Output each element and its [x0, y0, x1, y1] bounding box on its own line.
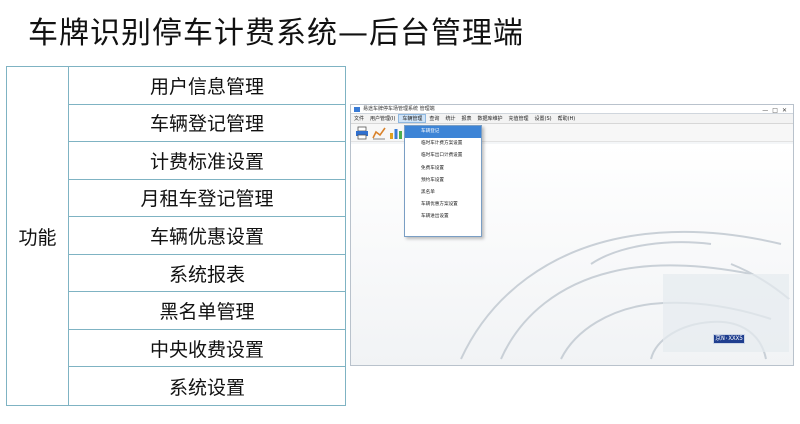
bar-chart-icon[interactable] — [389, 126, 403, 140]
feature-item-monthly-rental: 月租车登记管理 — [69, 180, 345, 218]
dropdown-item-reserved-vehicle[interactable]: 预约车设置 — [405, 175, 481, 187]
feature-item-vehicle-discount: 车辆优惠设置 — [69, 217, 345, 255]
dropdown-item-discount-plan[interactable]: 车辆优惠方案设置 — [405, 199, 481, 211]
app-titlebar: 易途车牌停车场管理系统 管理端 —□✕ — [351, 105, 793, 114]
menu-user-management[interactable]: 用户管理(I) — [367, 114, 398, 123]
app-window-title: 易途车牌停车场管理系统 管理端 — [363, 106, 435, 112]
feature-item-system-settings: 系统设置 — [168, 376, 245, 399]
menu-help[interactable]: 帮助(H) — [555, 114, 579, 123]
feature-item-blacklist: 黑名单管理 — [69, 292, 345, 330]
menu-query[interactable]: 查询 — [426, 114, 442, 123]
app-menubar: 文件 用户管理(I) 车辆管理 查询 统计 报表 数据库维护 充值管理 设置(S… — [351, 114, 793, 124]
dropdown-item-vehicle-registration[interactable]: 车辆登记 — [405, 126, 481, 139]
chart-icon[interactable] — [372, 126, 386, 140]
dropdown-item-temp-billing-plan[interactable]: 临时车计费方案设置 — [405, 138, 481, 150]
menu-statistics[interactable]: 统计 — [442, 114, 458, 123]
menu-settings[interactable]: 设置(S) — [532, 114, 555, 123]
feature-item-central-charging: 中央收费设置 — [69, 330, 345, 368]
menu-file[interactable]: 文件 — [351, 114, 367, 123]
menu-reports[interactable]: 报表 — [458, 114, 474, 123]
feature-list: 用户信息管理 车辆登记管理 计费标准设置 月租车登记管理 车辆优惠设置 系统报表… — [69, 67, 345, 405]
app-logo-icon — [354, 107, 360, 112]
feature-table: 功能 用户信息管理 车辆登记管理 计费标准设置 月租车登记管理 车辆优惠设置 系… — [6, 66, 346, 406]
dropdown-item-temp-exit-billing[interactable]: 临时车出口计费设置 — [405, 150, 481, 162]
printer-icon[interactable] — [355, 126, 369, 140]
page-title: 车牌识别停车计费系统—后台管理端 — [28, 16, 524, 51]
menu-database-maintenance[interactable]: 数据库维护 — [474, 114, 505, 123]
vehicle-management-dropdown: 车辆登记 临时车计费方案设置 临时车出口计费设置 免费车设置 预约车设置 黑名单… — [404, 125, 482, 237]
feature-item-system-report: 系统报表 — [69, 255, 345, 293]
feature-item-billing-standard: 计费标准设置 — [69, 142, 345, 180]
license-plate: 京N·XXX5 — [713, 334, 745, 344]
dropdown-item-entry-exit-settings[interactable]: 车辆进出设置 — [405, 211, 481, 223]
feature-item-user-info: 用户信息管理 — [69, 67, 345, 105]
window-controls[interactable]: —□✕ — [762, 106, 791, 115]
menu-vehicle-management[interactable]: 车辆管理 — [398, 114, 427, 123]
dropdown-item-free-vehicle[interactable]: 免费车设置 — [405, 163, 481, 175]
feature-category-label: 功能 — [7, 67, 69, 405]
feature-item-vehicle-registration: 车辆登记管理 — [69, 105, 345, 143]
dropdown-item-blacklist[interactable]: 黑名单 — [405, 187, 481, 199]
app-screenshot-window: 易途车牌停车场管理系统 管理端 —□✕ 文件 用户管理(I) 车辆管理 查询 统… — [350, 104, 794, 366]
menu-recharge[interactable]: 充值管理 — [505, 114, 531, 123]
